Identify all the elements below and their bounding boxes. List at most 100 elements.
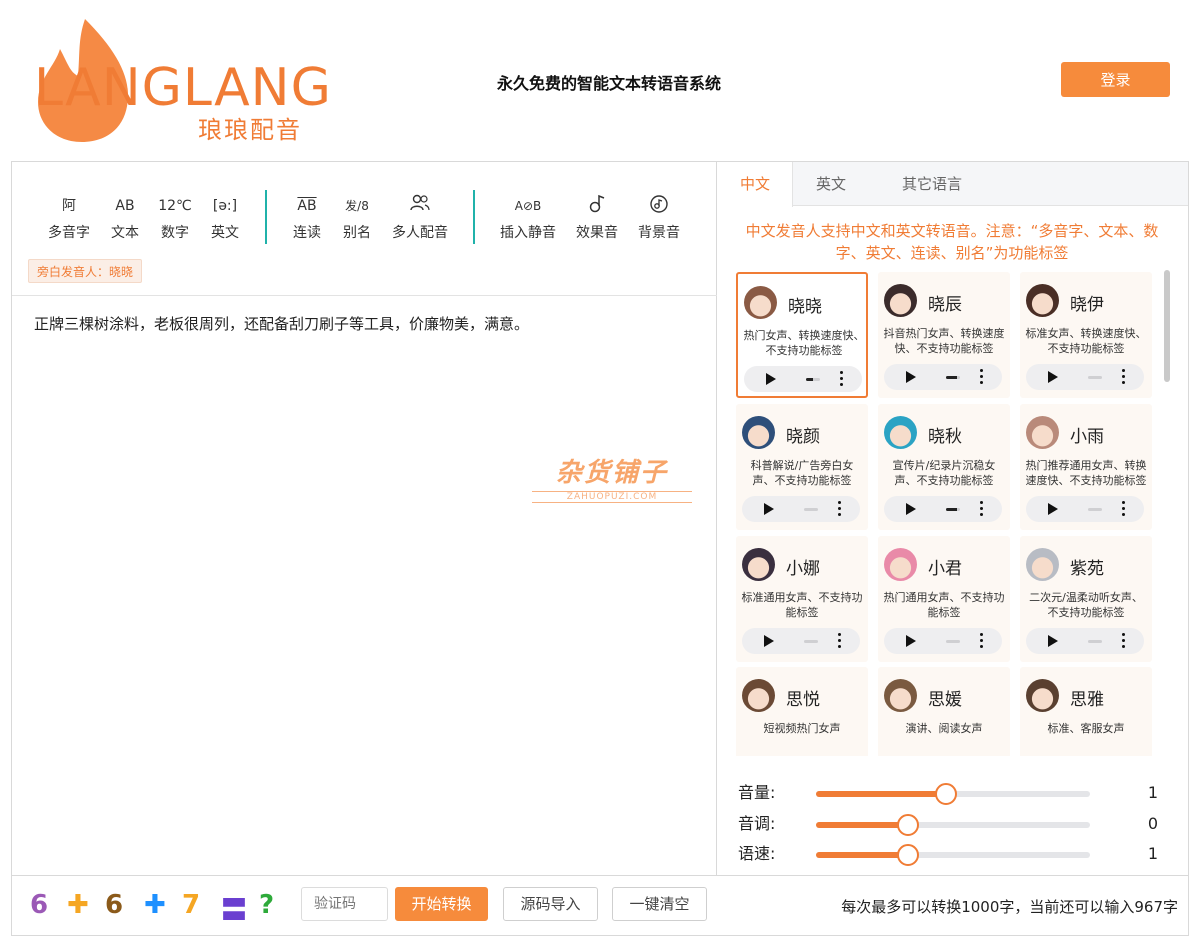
playback-progress[interactable] — [946, 376, 960, 379]
import-source-button[interactable]: 源码导入 — [503, 887, 598, 921]
voice-grid-scrollbar[interactable] — [1164, 270, 1170, 382]
audio-player — [1026, 364, 1144, 390]
voice-name: 思雅 — [1070, 690, 1104, 710]
text-input-area[interactable]: 正牌三棵树涂料，老板很周列，还配备刮刀刷子等工具，价廉物美，满意。 — [34, 312, 694, 336]
voice-card[interactable]: 思媛 演讲、阅读女声 — [878, 667, 1010, 756]
avatar — [884, 284, 917, 317]
voice-description: 热门通用女声、不支持功能标签 — [883, 591, 1005, 619]
tab-chinese[interactable]: 中文 — [718, 162, 793, 207]
tab-english[interactable]: 英文 — [793, 162, 869, 206]
voice-name: 小娜 — [786, 559, 820, 579]
play-icon[interactable] — [1048, 635, 1058, 647]
more-options-icon[interactable] — [980, 633, 984, 651]
site-logo[interactable]: LANGLANG 琅琅配音 — [30, 14, 350, 144]
captcha-char: ✚ — [67, 890, 89, 920]
voice-card[interactable]: 晓晓 热门女声、转换速度快、不支持功能标签 — [736, 272, 868, 398]
captcha-char: 7 — [182, 890, 201, 920]
play-icon[interactable] — [906, 503, 916, 515]
tool-label: 多音字 — [48, 225, 90, 241]
avatar — [884, 548, 917, 581]
voice-name: 晓晓 — [788, 297, 822, 317]
voice-card[interactable]: 紫苑 二次元/温柔动听女声、不支持功能标签 — [1020, 536, 1152, 662]
clear-all-button[interactable]: 一键清空 — [612, 887, 707, 921]
captcha-char: ✚ — [144, 890, 166, 920]
play-icon[interactable] — [766, 373, 776, 385]
playback-progress[interactable] — [804, 640, 818, 643]
more-options-icon[interactable] — [1122, 369, 1126, 387]
audio-player — [744, 366, 862, 392]
toolbar-divider — [473, 190, 475, 244]
play-icon[interactable] — [906, 635, 916, 647]
start-convert-button[interactable]: 开始转换 — [395, 887, 488, 921]
captcha-input[interactable] — [301, 887, 388, 921]
voice-card[interactable]: 思雅 标准、客服女声 — [1020, 667, 1152, 756]
voice-name: 晓辰 — [928, 295, 962, 315]
audio-player — [884, 364, 1002, 390]
phonetic-icon: [ə:] — [212, 198, 238, 214]
more-options-icon[interactable] — [1122, 633, 1126, 651]
voice-card[interactable]: 晓秋 宣传片/纪录片沉稳女声、不支持功能标签 — [878, 404, 1010, 530]
audio-player — [742, 628, 860, 654]
playback-progress[interactable] — [806, 378, 820, 381]
tool-label: 效果音 — [576, 225, 618, 241]
voice-description: 标准通用女声、不支持功能标签 — [741, 591, 863, 619]
more-options-icon[interactable] — [840, 371, 844, 389]
voice-name: 小君 — [928, 559, 962, 579]
more-options-icon[interactable] — [980, 369, 984, 387]
voice-description: 热门推荐通用女声、转换速度快、不支持功能标签 — [1025, 459, 1147, 487]
slider-thumb[interactable] — [896, 844, 919, 866]
playback-progress[interactable] — [946, 640, 960, 643]
voice-card[interactable]: 晓伊 标准女声、转换速度快、不支持功能标签 — [1020, 272, 1152, 398]
sound-effect-tool[interactable]: 效果音 — [567, 194, 627, 242]
voice-card[interactable]: 小娜标准通用女声、不支持功能标签 — [736, 536, 868, 662]
playback-progress[interactable] — [1088, 508, 1102, 511]
more-options-icon[interactable] — [1122, 501, 1126, 519]
voice-card[interactable]: 思悦 短视频热门女声 — [736, 667, 868, 756]
playback-progress[interactable] — [946, 508, 960, 511]
slider-thumb[interactable] — [935, 783, 958, 805]
voice-description: 科普解说/广告旁白女声、不支持功能标签 — [750, 459, 854, 487]
voice-name: 思悦 — [786, 690, 820, 710]
watermark-main: 杂货铺子 — [555, 458, 668, 488]
play-icon[interactable] — [1048, 503, 1058, 515]
voice-card[interactable]: 小雨 热门推荐通用女声、转换速度快、不支持功能标签 — [1020, 404, 1152, 530]
play-icon[interactable] — [764, 503, 774, 515]
voice-description: 宣传片/纪录片沉稳女声、不支持功能标签 — [892, 459, 996, 487]
slider-track[interactable] — [816, 844, 1090, 866]
captcha-char: 〓 — [221, 896, 248, 926]
background-music-tool[interactable]: 背景音 — [629, 194, 689, 242]
tab-other-languages[interactable]: 其它语言 — [869, 162, 995, 206]
insert-silence-tool[interactable]: A⊘B 插入静音 — [498, 194, 558, 242]
slider-thumb[interactable] — [896, 814, 919, 836]
multi-voice-tool[interactable]: 多人配音 — [390, 194, 450, 242]
play-icon[interactable] — [1048, 371, 1058, 383]
avatar — [1026, 548, 1059, 581]
playback-progress[interactable] — [1088, 376, 1102, 379]
avatar — [742, 548, 775, 581]
more-options-icon[interactable] — [980, 501, 984, 519]
playback-progress-fill — [946, 508, 958, 511]
people-icon — [390, 194, 450, 218]
slider-track[interactable] — [816, 783, 1090, 805]
alias-tool[interactable]: 发/8 别名 — [327, 194, 387, 242]
bottom-action-bar: 6 ✚ 6 ✚ 7 〓? 开始转换 源码导入 一键清空 每次最多可以转换1000字，当前还… — [12, 875, 1188, 935]
audio-player — [884, 628, 1002, 654]
voice-name: 思媛 — [928, 690, 962, 710]
more-options-icon[interactable] — [838, 501, 842, 519]
voice-card[interactable]: 小君热门通用女声、不支持功能标签 — [878, 536, 1010, 662]
toolbar-divider — [265, 190, 267, 244]
playback-progress[interactable] — [804, 508, 818, 511]
silence-icon: A⊘B — [514, 199, 542, 213]
slider-label: 音量: — [738, 783, 776, 802]
english-tool[interactable]: [ə:] 英文 — [195, 194, 255, 242]
slider-track[interactable] — [816, 814, 1090, 836]
polyphone-tool[interactable]: 阿 多音字 — [39, 194, 99, 242]
play-icon[interactable] — [764, 635, 774, 647]
play-icon[interactable] — [906, 371, 916, 383]
voice-card[interactable]: 晓辰 抖音热门女声、转换速度快、不支持功能标签 — [878, 272, 1010, 398]
slider-value: 1 — [1147, 783, 1158, 802]
more-options-icon[interactable] — [838, 633, 842, 651]
voice-card[interactable]: 晓颜 科普解说/广告旁白女声、不支持功能标签 — [736, 404, 868, 530]
login-button[interactable]: 登录 — [1061, 62, 1170, 97]
playback-progress[interactable] — [1088, 640, 1102, 643]
